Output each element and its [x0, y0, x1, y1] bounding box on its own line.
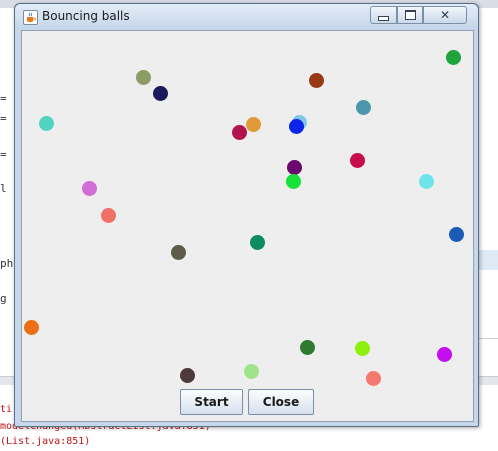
console-error-line: (List.java:851) [0, 436, 91, 447]
ball [82, 181, 97, 196]
ball [366, 371, 381, 386]
ball [356, 100, 371, 115]
ball-canvas [22, 31, 473, 421]
ball [446, 50, 461, 65]
maximize-icon [404, 10, 416, 20]
ball [350, 153, 365, 168]
code-fragment: ph [0, 257, 14, 270]
ball [24, 320, 39, 335]
window-close-button[interactable]: ✕ [423, 6, 467, 24]
code-fragment: = [0, 112, 7, 125]
ball [180, 368, 195, 383]
ball [449, 227, 464, 242]
ball [171, 245, 186, 260]
ball [39, 116, 54, 131]
console-error-line: ti [0, 404, 13, 415]
maximize-button[interactable] [397, 6, 423, 24]
window-title: Bouncing balls [42, 9, 130, 23]
ball [300, 340, 315, 355]
ball [419, 174, 434, 189]
close-icon: ✕ [439, 8, 451, 22]
code-fragment: = [0, 148, 7, 161]
ball [355, 341, 370, 356]
ball [286, 174, 301, 189]
content-pane: Start Close [21, 30, 474, 422]
ball [101, 208, 116, 223]
start-button[interactable]: Start [180, 389, 243, 415]
code-fragment: l [0, 182, 7, 195]
ball [250, 235, 265, 250]
ball [246, 117, 261, 132]
bouncing-balls-window: Bouncing balls ✕ Start Close [14, 3, 479, 427]
code-fragment: g [0, 292, 7, 305]
ball [244, 364, 259, 379]
ball [437, 347, 452, 362]
close-button[interactable]: Close [248, 389, 314, 415]
ball [153, 86, 168, 101]
ball [289, 119, 304, 134]
code-fragment: = [0, 92, 7, 105]
ball [136, 70, 151, 85]
title-bar[interactable]: Bouncing balls ✕ [15, 4, 478, 29]
java-cup-icon [23, 10, 38, 25]
minimize-button[interactable] [370, 6, 397, 24]
ball [309, 73, 324, 88]
ide-divider [476, 338, 498, 339]
minimize-icon [378, 15, 389, 21]
ball [287, 160, 302, 175]
ide-highlight-row [476, 250, 498, 270]
ball [232, 125, 247, 140]
